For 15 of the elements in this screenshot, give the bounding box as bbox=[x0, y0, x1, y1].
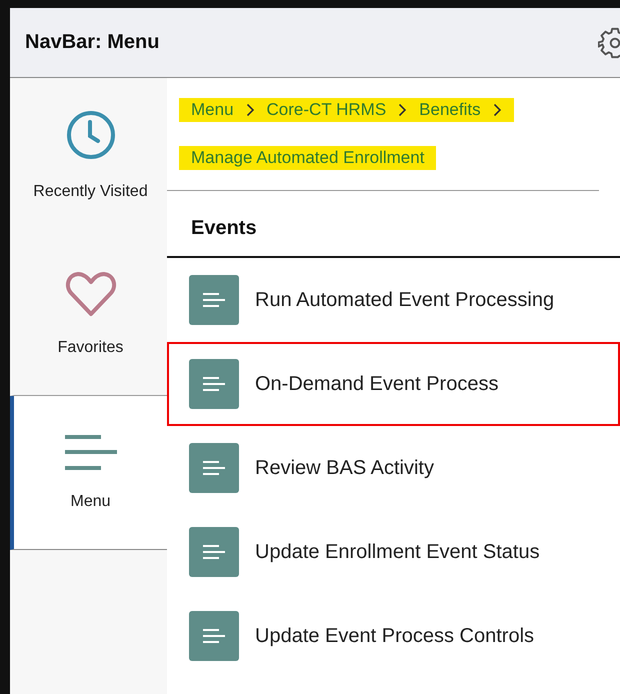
chevron-icon bbox=[398, 103, 408, 117]
document-icon bbox=[189, 611, 239, 661]
document-icon bbox=[189, 527, 239, 577]
document-icon bbox=[189, 443, 239, 493]
document-icon bbox=[189, 275, 239, 325]
menu-icon bbox=[64, 434, 116, 470]
sidebar-item[interactable]: Menu bbox=[10, 396, 167, 550]
window-title: NavBar: Menu bbox=[25, 31, 160, 54]
chevron-icon bbox=[492, 103, 502, 117]
menu-item[interactable]: On-Demand Event Process bbox=[167, 342, 620, 426]
document-icon bbox=[189, 359, 239, 409]
heart-icon bbox=[64, 270, 116, 316]
sidebar-item[interactable]: Recently Visited bbox=[10, 78, 167, 232]
clock-icon bbox=[64, 109, 116, 161]
chevron-icon bbox=[246, 103, 255, 117]
